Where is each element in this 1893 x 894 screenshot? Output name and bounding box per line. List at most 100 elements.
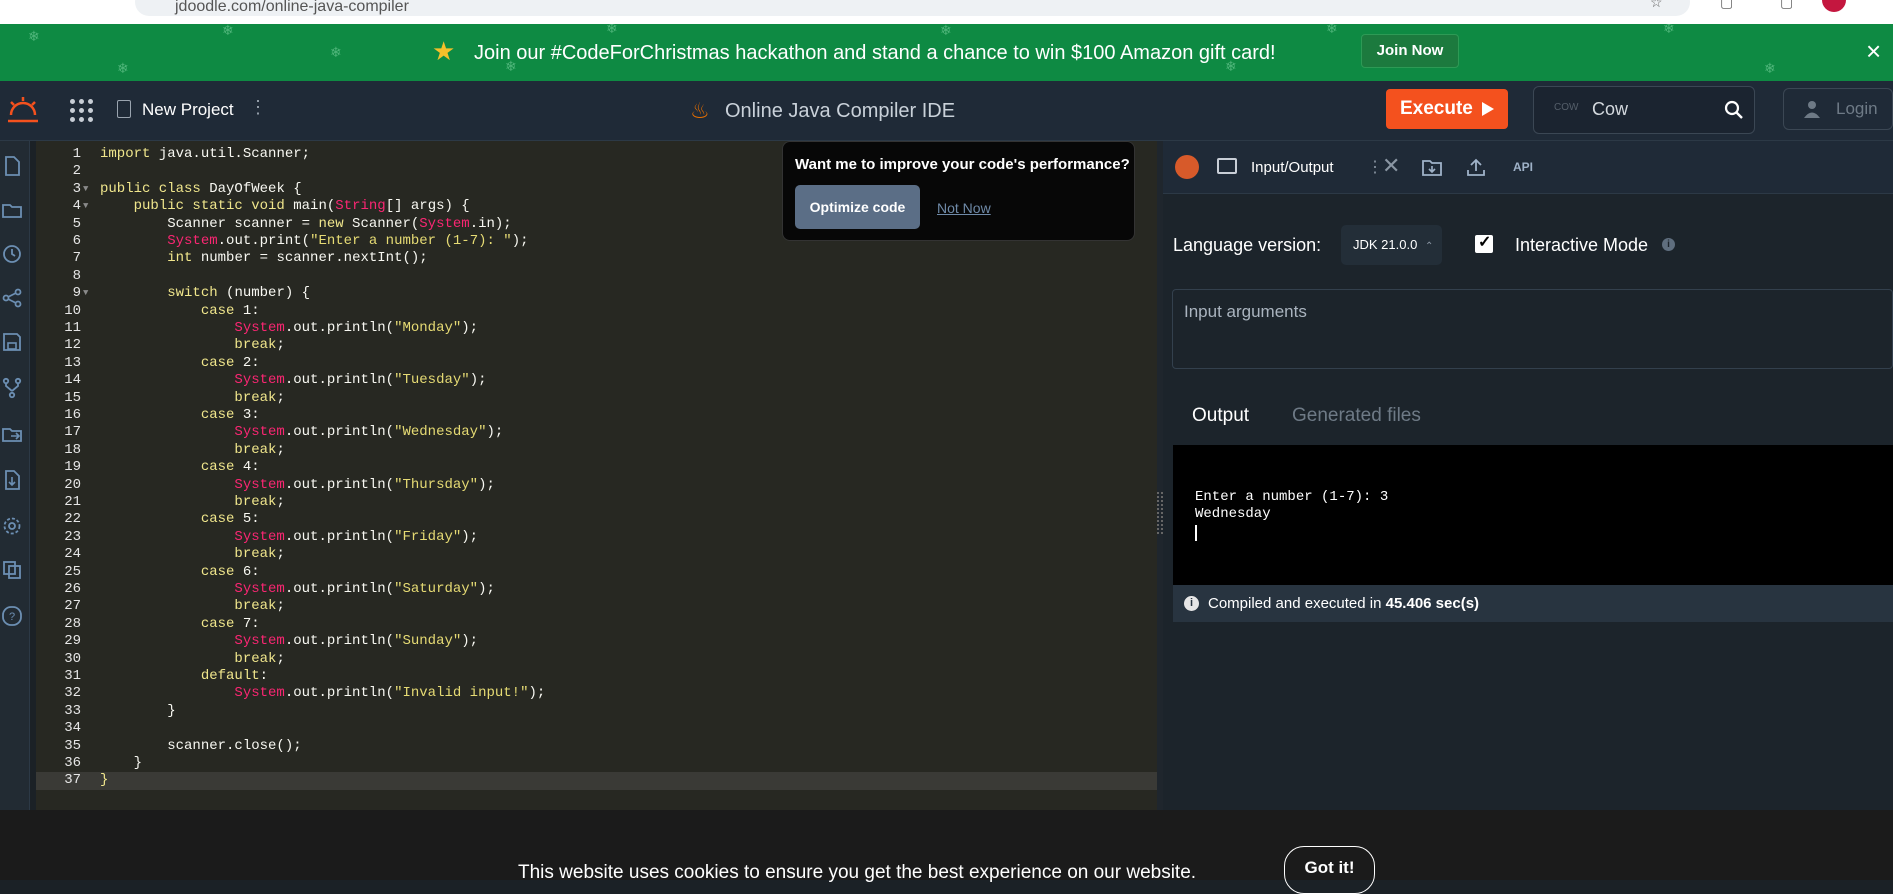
bookmark-star-icon[interactable]: ☆ [1650,0,1663,11]
output-console[interactable]: Enter a number (1-7): 3 Wednesday [1173,445,1893,585]
code-text: switch (number) { [167,285,311,302]
code-line[interactable]: 35 scanner.close(); [36,738,1157,755]
code-line[interactable]: 19 case 4: [36,459,1157,476]
code-line[interactable]: 12 break; [36,337,1157,354]
upload-icon[interactable] [1465,157,1487,177]
line-number: 18 [64,441,81,458]
code-line[interactable]: 36 } [36,755,1157,772]
code-text: Scanner scanner = new Scanner(System.in)… [100,215,512,232]
login-button[interactable]: Login [1783,88,1893,130]
jdoodle-logo-icon[interactable] [6,95,40,127]
copy-icon[interactable] [1,559,23,581]
move-folder-icon[interactable] [1,423,23,445]
snowflake-icon: ❄ [117,60,129,76]
fold-arrow-icon[interactable]: ▼ [83,181,88,198]
code-line[interactable]: 30 break; [36,651,1157,668]
code-text: case 3: [200,407,260,423]
fold-arrow-icon[interactable]: ▼ [83,285,88,302]
api-tab[interactable]: API [1513,160,1533,174]
download-file-icon[interactable] [1,469,23,491]
code-line[interactable]: 27 break; [36,598,1157,615]
io-panel: Input/Output ⋮ ✕ API Language version: J… [1163,141,1893,810]
address-bar[interactable]: jdoodle.com/online-java-compiler [135,0,1690,16]
code-text: break; [234,546,285,563]
code-line[interactable]: 32 System.out.println("Invalid input!"); [36,685,1157,702]
code-editor[interactable]: 1 import java.util.Scanner; 2 3 ▼ public clas… [36,141,1157,810]
line-number: 17 [64,424,81,441]
code-line[interactable]: 16 case 3: [36,407,1157,424]
line-number: 37 [64,772,81,789]
code-line[interactable]: 26 System.out.println("Saturday"); [36,581,1157,598]
code-line[interactable]: 20 System.out.println("Thursday"); [36,477,1157,494]
code-line[interactable]: 10 case 1: [36,303,1157,320]
optimize-code-button[interactable]: Optimize code [795,185,920,229]
code-text: } [100,772,109,789]
line-number: 34 [64,720,81,737]
search-input[interactable]: COW Cow [1533,86,1755,134]
snowflake-icon: ❄ [1326,24,1338,36]
code-line[interactable]: 18 break; [36,442,1157,459]
code-line[interactable]: 23 System.out.println("Friday"); [36,529,1157,546]
cookie-accept-button[interactable]: Got it! [1284,846,1375,894]
code-line[interactable]: 21 break; [36,494,1157,511]
join-now-button[interactable]: Join Now [1361,34,1459,68]
code-line[interactable]: 15 break; [36,390,1157,407]
gear-icon[interactable] [1,515,23,537]
code-line[interactable]: 11 System.out.println("Monday"); [36,320,1157,337]
code-line[interactable]: 8 [36,268,1157,285]
fork-icon[interactable] [1,377,23,399]
save-icon[interactable] [1,331,23,353]
code-text: case 5: [200,511,260,528]
tab-input-output[interactable]: Input/Output ⋮ ✕ [1217,141,1400,194]
execute-label: Execute [1400,98,1473,119]
apps-grid-icon[interactable] [70,99,94,123]
close-tab-icon[interactable]: ✕ [1382,153,1400,179]
code-line[interactable]: 9 ▼ switch (number) { [36,285,1157,302]
line-number: 8 [72,267,81,284]
line-number: 4 [72,198,81,215]
not-now-link[interactable]: Not Now [937,200,991,216]
code-line[interactable]: 25 case 6: [36,564,1157,581]
search-icon[interactable] [1724,100,1744,120]
interactive-mode-checkbox[interactable]: ✓ [1475,234,1493,253]
code-text: scanner.close(); [100,737,302,754]
project-menu-icon[interactable]: ⋮ [249,97,267,118]
code-line[interactable]: 22 case 5: [36,511,1157,528]
fold-arrow-icon[interactable]: ▼ [83,198,88,215]
code-line[interactable]: 7 int number = scanner.nextInt(); [36,250,1157,267]
extensions-icon[interactable]: ▢ [1720,0,1733,11]
close-icon[interactable]: × [1866,36,1881,67]
login-label: Login [1836,99,1878,118]
tab-output[interactable]: Output [1192,405,1249,427]
execution-time: 45.406 sec(s) [1385,595,1480,612]
code-line[interactable]: 14 System.out.println("Tuesday"); [36,372,1157,389]
code-line[interactable]: 13 case 2: [36,355,1157,372]
share-icon[interactable] [1,287,23,309]
user-icon [1804,101,1820,118]
tab-menu-icon[interactable]: ⋮ [1367,157,1383,177]
code-line[interactable]: 34 [36,720,1157,737]
code-line[interactable]: 37} [36,772,1157,790]
tab-search-icon[interactable]: ▢ [1780,0,1793,11]
code-line[interactable]: 31 default: [36,668,1157,685]
execute-button[interactable]: Execute [1386,89,1508,129]
input-arguments-field[interactable]: Input arguments [1172,289,1893,369]
code-line[interactable]: 17 System.out.println("Wednesday"); [36,424,1157,441]
open-folder-icon[interactable] [1421,157,1443,177]
ai-assistant-icon[interactable] [1175,155,1199,179]
folder-icon[interactable] [1,199,23,221]
help-icon[interactable]: ? [1,605,23,627]
code-line[interactable]: 33 } [36,703,1157,720]
project-name[interactable]: New Project [142,100,234,120]
code-line[interactable]: 24 break; [36,546,1157,563]
code-line[interactable]: 28 case 7: [36,616,1157,633]
new-file-icon[interactable] [1,155,23,177]
profile-avatar[interactable] [1822,0,1846,12]
history-icon[interactable] [1,243,23,265]
code-line[interactable]: 29 System.out.println("Sunday"); [36,633,1157,650]
console-cursor [1195,525,1197,541]
jdk-version-select[interactable]: JDK 21.0.0 ⌃ [1341,225,1442,265]
info-icon[interactable]: i [1662,238,1675,251]
language-version-label: Language version: [1173,235,1322,255]
tab-generated-files[interactable]: Generated files [1292,405,1421,427]
